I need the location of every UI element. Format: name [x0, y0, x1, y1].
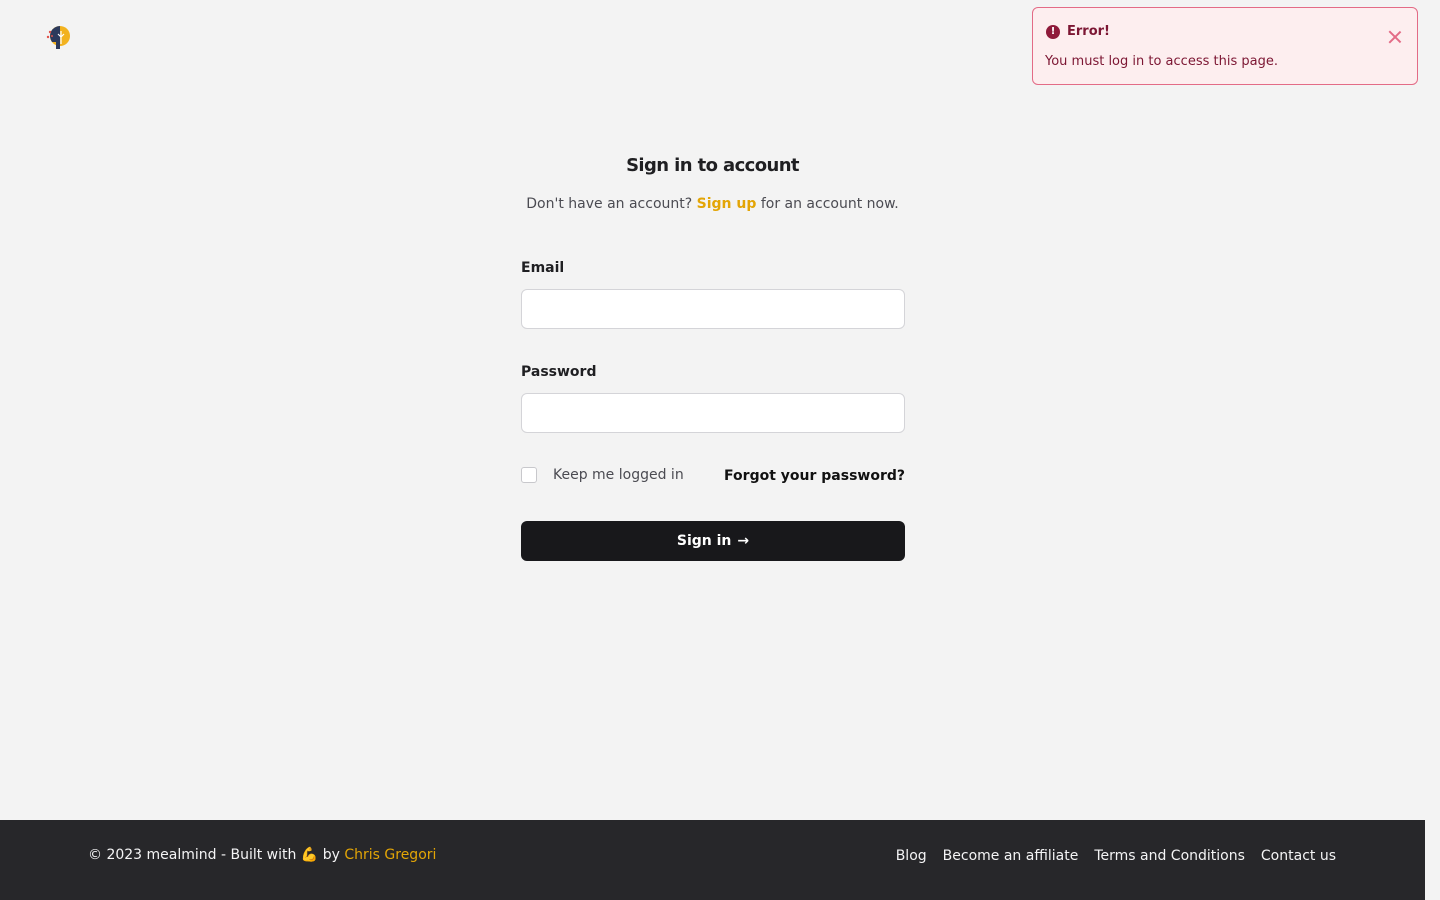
copyright-by: by [322, 847, 340, 863]
toast-title: Error! [1067, 24, 1110, 39]
signup-prompt-after: for an account now. [760, 196, 899, 212]
password-field[interactable] [521, 393, 905, 433]
footer-link-terms[interactable]: Terms and Conditions [1094, 848, 1245, 864]
remember-checkbox[interactable] [521, 467, 537, 483]
signup-prompt: Don't have an account? Sign up for an ac… [0, 196, 1425, 212]
footer-link-affiliate[interactable]: Become an affiliate [943, 848, 1079, 864]
sign-in-button[interactable]: Sign in → [521, 521, 905, 561]
toast-message: You must log in to access this page. [1045, 54, 1278, 69]
copyright: © 2023 mealmind - Built with 💪 by Chris … [88, 847, 436, 863]
error-toast: ! Error! You must log in to access this … [1032, 7, 1418, 85]
footer: © 2023 mealmind - Built with 💪 by Chris … [0, 820, 1425, 900]
password-label: Password [521, 364, 597, 380]
page-title: Sign in to account [626, 155, 799, 176]
email-field[interactable] [521, 289, 905, 329]
error-icon: ! [1046, 25, 1060, 39]
email-label: Email [521, 260, 565, 276]
muscle-emoji-icon: 💪 [300, 847, 319, 863]
close-icon[interactable] [1387, 29, 1403, 45]
footer-link-contact[interactable]: Contact us [1261, 848, 1336, 864]
footer-nav: Blog Become an affiliate Terms and Condi… [896, 848, 1336, 864]
copyright-text: © 2023 mealmind - Built with [88, 847, 297, 863]
mealmind-logo-icon[interactable] [44, 22, 72, 52]
sign-in-label: Sign in [676, 533, 732, 549]
arrow-right-icon: → [737, 533, 750, 549]
remember-me: Keep me logged in [521, 467, 684, 483]
remember-label: Keep me logged in [553, 467, 684, 483]
author-link[interactable]: Chris Gregori [344, 847, 436, 863]
signup-prompt-before: Don't have an account? [526, 196, 693, 212]
forgot-password-link[interactable]: Forgot your password? [724, 468, 905, 484]
signup-link[interactable]: Sign up [697, 196, 757, 212]
footer-link-blog[interactable]: Blog [896, 848, 927, 864]
